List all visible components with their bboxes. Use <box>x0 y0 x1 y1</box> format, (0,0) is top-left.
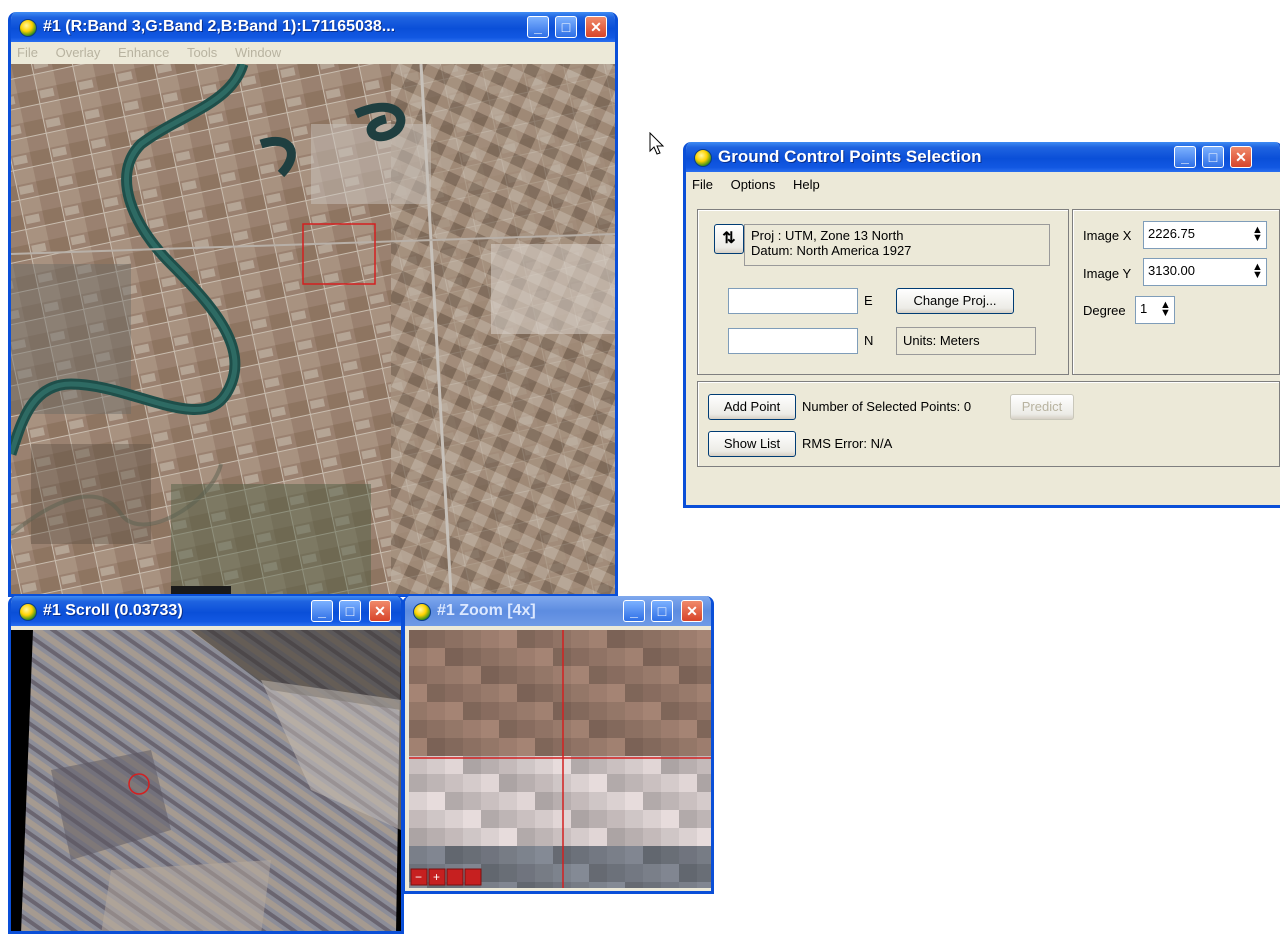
proj-line: Proj : UTM, Zone 13 North <box>751 228 904 243</box>
projection-info: Proj : UTM, Zone 13 North Datum: North A… <box>744 224 1050 266</box>
swap-arrows-icon: ⇅ <box>722 230 736 247</box>
rms-error-text: RMS Error: N/A <box>802 436 893 451</box>
close-icon[interactable]: ✕ <box>681 600 703 622</box>
easting-label: E <box>864 293 873 308</box>
maximize-icon[interactable]: □ <box>555 16 577 38</box>
main-window-titlebar[interactable]: #1 (R:Band 3,G:Band 2,B:Band 1):L7116503… <box>11 12 615 42</box>
envi-globe-icon <box>413 603 431 621</box>
image-x-label: Image X <box>1083 228 1132 243</box>
degree-label: Degree <box>1083 303 1126 318</box>
maximize-icon[interactable]: □ <box>651 600 673 622</box>
envi-globe-icon <box>19 19 37 37</box>
main-satellite-image[interactable] <box>11 64 615 594</box>
projection-panel: ⇅ Proj : UTM, Zone 13 North Datum: North… <box>697 209 1069 375</box>
image-x-value: 2226.75 <box>1148 226 1195 241</box>
menu-overlay[interactable]: Overlay <box>56 45 101 60</box>
northing-input[interactable] <box>728 328 858 354</box>
gcp-dialog-title: Ground Control Points Selection <box>718 147 982 166</box>
main-window-menubar: File Overlay Enhance Tools Window <box>11 42 615 64</box>
image-y-label: Image Y <box>1083 266 1132 281</box>
degree-input[interactable]: 1 ▲ ▼ <box>1135 296 1175 324</box>
scroll-window-titlebar[interactable]: #1 Scroll (0.03733) _ □ ✕ <box>11 596 401 626</box>
svg-text:+: + <box>433 870 440 884</box>
predict-button[interactable]: Predict <box>1010 394 1074 420</box>
close-icon[interactable]: ✕ <box>369 600 391 622</box>
scroll-overview-image[interactable] <box>11 630 401 931</box>
swap-projection-button[interactable]: ⇅ <box>714 224 744 254</box>
gcp-dialog[interactable]: Ground Control Points Selection _ □ ✕ Fi… <box>683 142 1280 508</box>
change-proj-button[interactable]: Change Proj... <box>896 288 1014 314</box>
gcp-menu-file[interactable]: File <box>692 177 713 192</box>
add-point-button[interactable]: Add Point <box>708 394 796 420</box>
menu-tools[interactable]: Tools <box>187 45 217 60</box>
minimize-icon[interactable]: _ <box>1174 146 1196 168</box>
menu-file[interactable]: File <box>17 45 38 60</box>
mouse-pointer-icon <box>649 132 665 155</box>
main-image-window[interactable]: #1 (R:Band 3,G:Band 2,B:Band 1):L7116503… <box>8 12 618 597</box>
scroll-window[interactable]: #1 Scroll (0.03733) _ □ ✕ <box>8 596 404 934</box>
spinner-arrows-icon[interactable]: ▲ ▼ <box>1160 300 1171 319</box>
image-x-input[interactable]: 2226.75 ▲ ▼ <box>1143 221 1267 249</box>
maximize-icon[interactable]: □ <box>1202 146 1224 168</box>
scroll-window-title: #1 Scroll (0.03733) <box>43 602 183 619</box>
gcp-actions-panel: Add Point Number of Selected Points: 0 P… <box>697 381 1280 467</box>
close-icon[interactable]: ✕ <box>585 16 607 38</box>
spinner-arrows-icon[interactable]: ▲ ▼ <box>1252 262 1263 281</box>
image-y-value: 3130.00 <box>1148 263 1195 278</box>
degree-value: 1 <box>1140 301 1148 316</box>
show-list-button[interactable]: Show List <box>708 431 796 457</box>
svg-text:−: − <box>415 870 422 884</box>
image-coords-panel: Image X 2226.75 ▲ ▼ Image Y 3130.00 ▲ ▼ De… <box>1072 209 1280 375</box>
close-icon[interactable]: ✕ <box>1230 146 1252 168</box>
gcp-dialog-titlebar[interactable]: Ground Control Points Selection _ □ ✕ <box>686 142 1280 172</box>
easting-input[interactable] <box>728 288 858 314</box>
minimize-icon[interactable]: _ <box>311 600 333 622</box>
zoom-pixel-image[interactable]: − + <box>409 630 711 888</box>
selected-points-count: Number of Selected Points: 0 <box>802 399 972 414</box>
maximize-icon[interactable]: □ <box>339 600 361 622</box>
gcp-menubar: File Options Help <box>686 174 1280 196</box>
minimize-icon[interactable]: _ <box>527 16 549 38</box>
gcp-menu-options[interactable]: Options <box>731 177 776 192</box>
northing-label: N <box>864 333 874 348</box>
zoom-window[interactable]: #1 Zoom [4x] _ □ ✕ − + <box>402 596 714 894</box>
zoom-window-title: #1 Zoom [4x] <box>437 602 536 619</box>
main-window-title: #1 (R:Band 3,G:Band 2,B:Band 1):L7116503… <box>43 18 396 35</box>
envi-globe-icon <box>19 603 37 621</box>
minimize-icon[interactable]: _ <box>623 600 645 622</box>
units-display: Units: Meters <box>896 327 1036 355</box>
datum-line: Datum: North America 1927 <box>751 243 912 258</box>
menu-enhance[interactable]: Enhance <box>118 45 169 60</box>
envi-globe-icon <box>694 149 712 167</box>
image-y-input[interactable]: 3130.00 ▲ ▼ <box>1143 258 1267 286</box>
gcp-menu-help[interactable]: Help <box>793 177 820 192</box>
zoom-window-titlebar[interactable]: #1 Zoom [4x] _ □ ✕ <box>405 596 711 626</box>
spinner-arrows-icon[interactable]: ▲ ▼ <box>1252 225 1263 244</box>
menu-window[interactable]: Window <box>235 45 281 60</box>
